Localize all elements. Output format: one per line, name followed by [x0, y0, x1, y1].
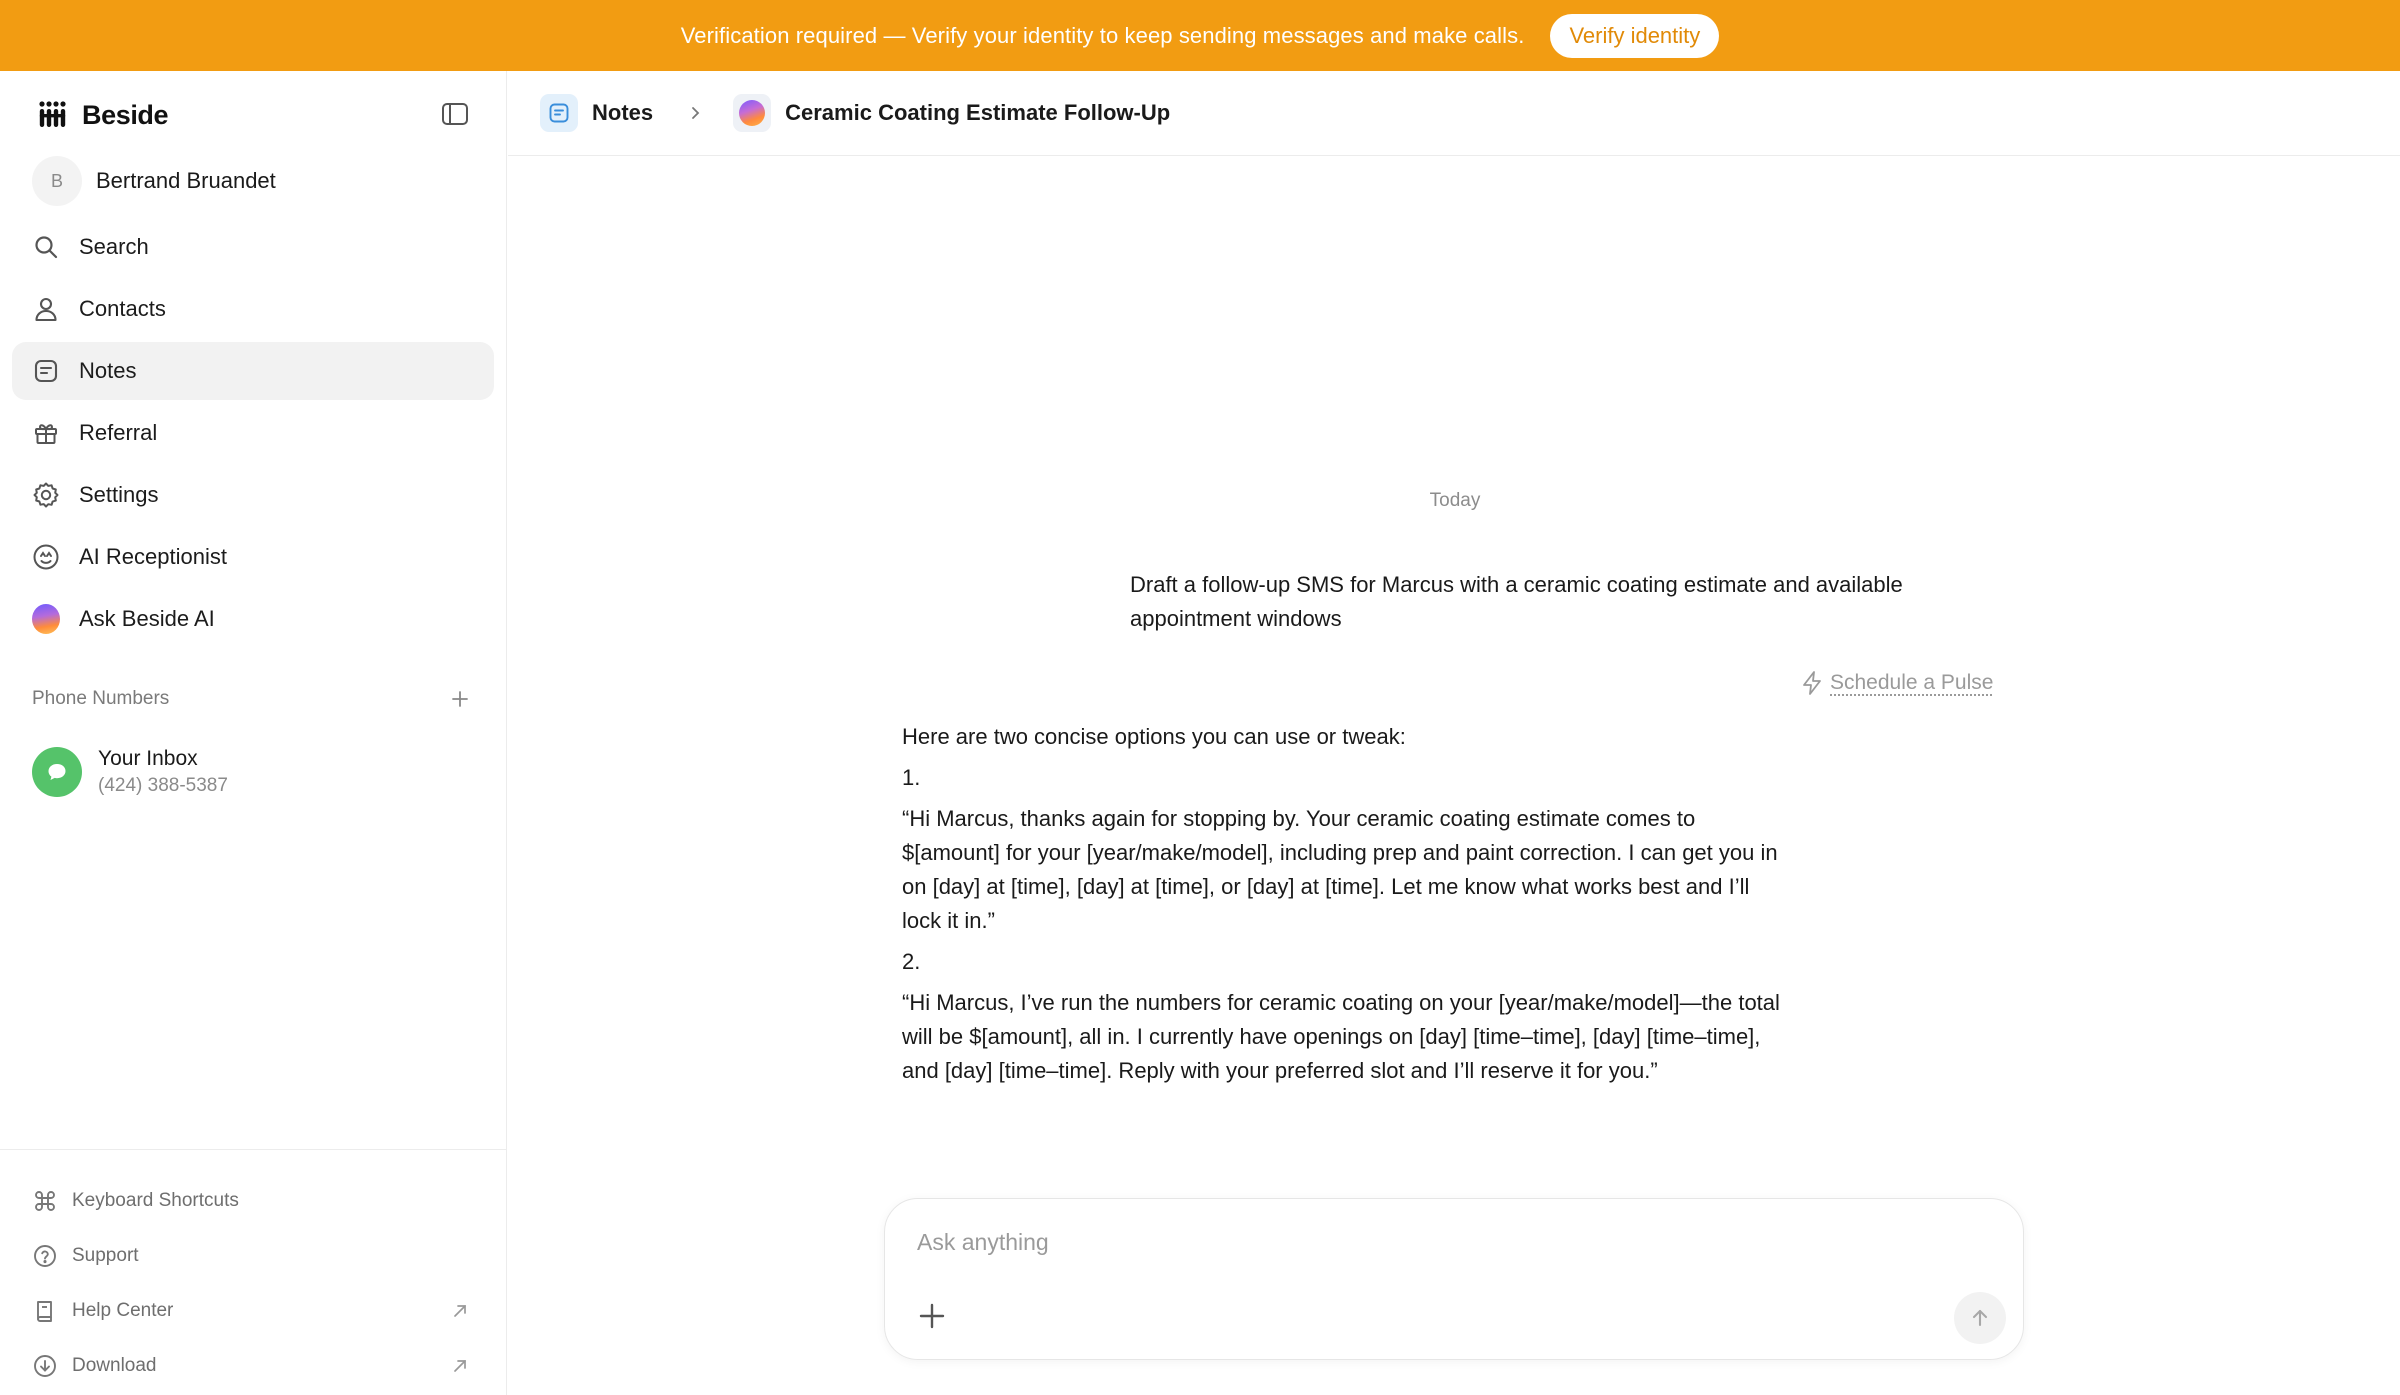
option-number: 1.: [902, 765, 921, 790]
page-title: Ceramic Coating Estimate Follow-Up: [785, 100, 1171, 125]
sidebar-item-label: Referral: [79, 420, 158, 445]
gear-icon: [32, 481, 60, 509]
orb-icon: [32, 604, 60, 634]
attach-button[interactable]: [915, 1299, 949, 1333]
sidebar-toggle-icon: [442, 103, 468, 125]
sidebar-item-ask-beside-ai[interactable]: Ask Beside AI: [12, 590, 494, 648]
schedule-pulse-label: Schedule a Pulse: [1830, 671, 1994, 694]
sidebar-item-referral[interactable]: Referral: [12, 404, 494, 462]
sidebar-item-label: Ask Beside AI: [79, 606, 215, 631]
external-link-icon: [448, 1299, 472, 1323]
sidebar-item-label: Contacts: [79, 296, 166, 321]
inbox-item[interactable]: Your Inbox (424) 388-5387: [32, 747, 228, 797]
arrow-up-icon: [1972, 1309, 1988, 1327]
user-name: Bertrand Bruandet: [96, 168, 276, 193]
phone-numbers-header: Phone Numbers: [32, 687, 472, 711]
gift-icon: [32, 419, 60, 447]
reply-option-2: “Hi Marcus, I’ve run the numbers for cer…: [902, 990, 1780, 1083]
note-icon: [540, 94, 578, 132]
brand[interactable]: Beside: [36, 95, 169, 135]
download-icon: [32, 1353, 58, 1379]
chat-bubble-icon: [32, 747, 82, 797]
chevron-right-icon: [683, 101, 707, 125]
sidebar-item-settings[interactable]: Settings: [12, 466, 494, 524]
help-circle-icon: [32, 1243, 58, 1269]
beside-logo-icon: [39, 101, 66, 127]
note-icon: [32, 357, 60, 385]
receptionist-icon: [32, 543, 60, 571]
plus-icon: [452, 691, 468, 707]
sidebar-item-contacts[interactable]: Contacts: [12, 280, 494, 338]
help-center-link[interactable]: Help Center: [32, 1291, 472, 1331]
sidebar-item-notes[interactable]: Notes: [12, 342, 494, 400]
sidebar-item-label: Search: [79, 234, 149, 259]
sidebar-item-search[interactable]: Search: [12, 218, 494, 276]
plus-icon: [919, 1303, 945, 1329]
assistant-reply: Here are two concise options you can use…: [902, 720, 1782, 1095]
lightning-icon: [1803, 671, 1821, 695]
search-icon: [32, 233, 60, 261]
inbox-name: Your Inbox: [98, 747, 198, 770]
schedule-pulse-button[interactable]: Schedule a Pulse: [1800, 670, 1993, 696]
user-profile[interactable]: B Bertrand Bruandet: [32, 156, 276, 206]
day-separator: Today: [1429, 490, 1481, 511]
composer: [884, 1198, 2024, 1360]
sidebar-item-ai-receptionist[interactable]: AI Receptionist: [12, 528, 494, 586]
send-button[interactable]: [1954, 1292, 2006, 1344]
verification-banner: Verification required — Verify your iden…: [0, 0, 2400, 71]
collapse-sidebar-button[interactable]: [440, 99, 470, 129]
footer-item-label: Download: [72, 1355, 157, 1376]
sidebar-footer: Keyboard Shortcuts Support Help Center D…: [0, 1149, 506, 1377]
verify-identity-button[interactable]: Verify identity: [1550, 13, 1720, 58]
brand-name: Beside: [82, 99, 169, 130]
person-icon: [32, 295, 60, 323]
reply-intro: Here are two concise options you can use…: [902, 724, 1406, 749]
add-phone-number-button[interactable]: [448, 687, 472, 711]
download-link[interactable]: Download: [32, 1346, 472, 1386]
sidebar-item-label: Notes: [79, 358, 137, 383]
avatar: B: [32, 156, 82, 206]
option-number: 2.: [902, 949, 921, 974]
sidebar: Beside B Bertrand Bruandet Search Contac…: [0, 71, 507, 1395]
command-icon: [32, 1188, 58, 1214]
orb-icon: [733, 94, 772, 132]
sidebar-item-label: AI Receptionist: [79, 544, 227, 569]
footer-item-label: Keyboard Shortcuts: [72, 1190, 239, 1211]
breadcrumb: Notes Ceramic Coating Estimate Follow-Up: [508, 71, 2400, 156]
footer-item-label: Help Center: [72, 1300, 174, 1321]
support-link[interactable]: Support: [32, 1236, 472, 1276]
sidebar-nav: Search Contacts Notes Referral Settings: [12, 218, 494, 652]
keyboard-shortcuts-link[interactable]: Keyboard Shortcuts: [32, 1181, 472, 1221]
inbox-phone-number: (424) 388-5387: [98, 775, 228, 796]
sidebar-item-label: Settings: [79, 482, 159, 507]
banner-text: Verification required — Verify your iden…: [680, 22, 1525, 48]
breadcrumb-notes-link[interactable]: Notes: [592, 100, 653, 126]
reply-option-1: “Hi Marcus, thanks again for stopping by…: [902, 806, 1778, 933]
external-link-icon: [448, 1354, 472, 1378]
ask-input[interactable]: [917, 1229, 1917, 1256]
user-message: Draft a follow-up SMS for Marcus with a …: [1130, 572, 1903, 631]
footer-item-label: Support: [72, 1245, 139, 1266]
phone-numbers-title: Phone Numbers: [32, 688, 170, 709]
book-icon: [32, 1298, 58, 1324]
